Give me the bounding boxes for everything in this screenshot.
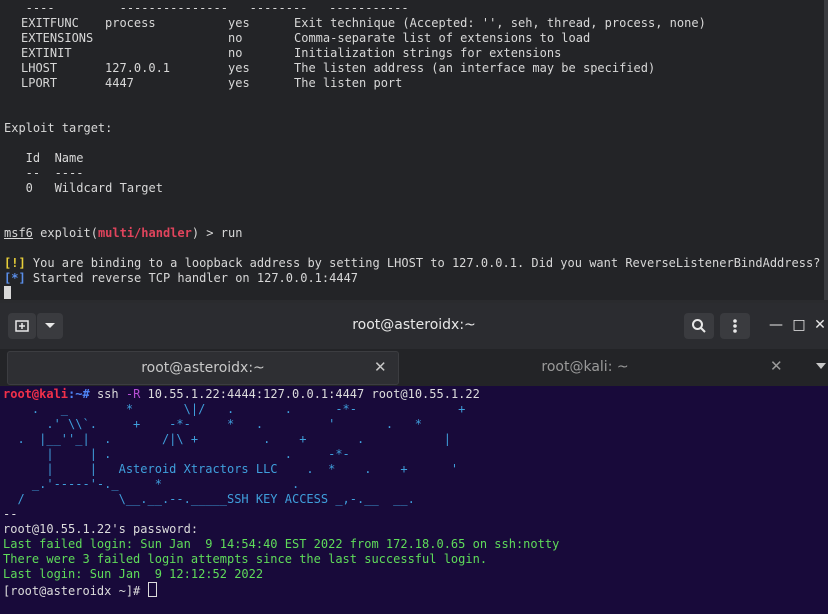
tabs-overflow-icon[interactable] <box>816 363 826 370</box>
prompt-path: :~# <box>68 387 90 401</box>
info-line: [*] Started reverse TCP handler on 127.0… <box>4 271 358 286</box>
option-name: EXITFUNC <box>21 16 79 30</box>
minimize-button[interactable]: — <box>766 315 786 335</box>
exploit-target-header: Exploit target: <box>4 121 113 135</box>
banner-line: / \__.__.--._____SSH KEY ACCESS _,-.__ _… <box>3 492 415 506</box>
close-button[interactable]: ✕ <box>810 315 828 335</box>
tab-close-icon[interactable]: ✕ <box>770 357 783 375</box>
warning-tag: [!] <box>4 256 26 270</box>
option-required: no <box>228 31 243 45</box>
tab-label: root@asteroidx:~ <box>141 360 265 376</box>
option-setting: process <box>105 16 156 30</box>
warning-line: [!] You are binding to a loopback addres… <box>4 256 820 271</box>
msf-command: run <box>220 226 243 240</box>
option-name: EXTENSIONS <box>21 31 94 45</box>
scrollbar[interactable] <box>824 0 828 300</box>
option-name: LPORT <box>21 76 58 90</box>
failed-attempts: There were 3 failed login attempts since… <box>3 552 488 566</box>
banner-line: _.'-----'-._ * . <box>3 477 300 491</box>
option-description: Initialization strings for extensions <box>294 46 562 60</box>
terminal-cursor <box>4 286 11 299</box>
separator: -- <box>3 507 18 521</box>
option-required: yes <box>228 16 250 30</box>
ssh-flag: -R <box>125 387 141 401</box>
info-text: Started reverse TCP handler on 127.0.0.1… <box>25 271 359 285</box>
search-icon <box>692 319 706 333</box>
terminal-cursor <box>147 582 157 597</box>
ssh-args: 10.55.1.22:4444:127.0.0.1:4447 root@10.5… <box>140 387 480 401</box>
last-failed-login: Last failed login: Sun Jan 9 14:54:40 ES… <box>3 537 560 551</box>
option-description: The listen address (an interface may be … <box>294 61 656 75</box>
options-rule: ---- --------------- -------- ----------… <box>4 1 409 15</box>
option-description: The listen port <box>294 76 403 90</box>
bottom-terminal[interactable]: root@kali:~# ssh -R 10.55.1.22:4444:127.… <box>0 386 828 614</box>
prompt-exploit: exploit( <box>32 226 98 240</box>
last-login: Last login: Sun Jan 9 12:12:52 2022 <box>3 567 264 581</box>
shell-prompt: [root@asteroidx ~]# <box>3 584 148 598</box>
banner-line: | | . . -*- <box>3 447 350 461</box>
option-name: EXTINIT <box>21 46 72 60</box>
prompt-tail: ) > <box>191 226 221 240</box>
kebab-menu-icon <box>733 319 737 333</box>
menu-button[interactable] <box>720 313 750 339</box>
option-description: Comma-separate list of extensions to loa… <box>294 31 591 45</box>
option-setting: 4447 <box>105 76 134 90</box>
tab-root-asteroidx[interactable]: root@asteroidx:~ ✕ <box>7 351 399 385</box>
info-tag: [*] <box>4 271 26 285</box>
password-prompt: root@10.55.1.22's password: <box>3 522 199 536</box>
ssh-command-line: root@kali:~# ssh -R 10.55.1.22:4444:127.… <box>3 387 480 402</box>
tab-label: root@kali: ~ <box>541 359 629 375</box>
maximize-button[interactable]: □ <box>789 315 809 335</box>
banner-line: .' \\`. + -*- * . ' . * <box>3 417 423 431</box>
option-description: Exit technique (Accepted: '', seh, threa… <box>294 16 706 30</box>
shell-prompt-line: [root@asteroidx ~]# <box>3 582 157 598</box>
target-row: 0 Wildcard Target <box>4 181 163 195</box>
banner-line: | | Asteroid Xtractors LLC . * . + ' <box>3 462 459 476</box>
option-name: LHOST <box>21 61 58 75</box>
prompt-module: multi/handler <box>97 226 192 240</box>
top-terminal[interactable]: ---- --------------- -------- ----------… <box>0 0 828 303</box>
banner-line: . _ * \|/ . . -*- + <box>3 402 466 416</box>
target-columns: Id Name <box>4 151 84 165</box>
prompt-user: root@kali <box>3 387 69 401</box>
search-button[interactable] <box>684 313 714 339</box>
msf-prompt-line: msf6 exploit(multi/handler) > run <box>4 226 242 241</box>
ssh-command: ssh <box>89 387 126 401</box>
option-required: yes <box>228 76 250 90</box>
cursor-line <box>4 286 11 301</box>
msf-prompt: msf6 <box>4 226 33 240</box>
target-rule: -- ---- <box>4 166 84 180</box>
window-titlebar: root@asteroidx:~ — □ ✕ <box>0 303 828 349</box>
option-required: no <box>228 46 243 60</box>
tab-bar: root@asteroidx:~ ✕ root@kali: ~ ✕ <box>0 349 828 386</box>
option-required: yes <box>228 61 250 75</box>
option-setting: 127.0.0.1 <box>105 61 171 75</box>
warning-text: You are binding to a loopback address by… <box>25 256 821 270</box>
banner-line: . |__''_| . /|\ + . + . | <box>3 432 451 446</box>
tab-root-kali[interactable]: root@kali: ~ ✕ <box>398 351 828 383</box>
